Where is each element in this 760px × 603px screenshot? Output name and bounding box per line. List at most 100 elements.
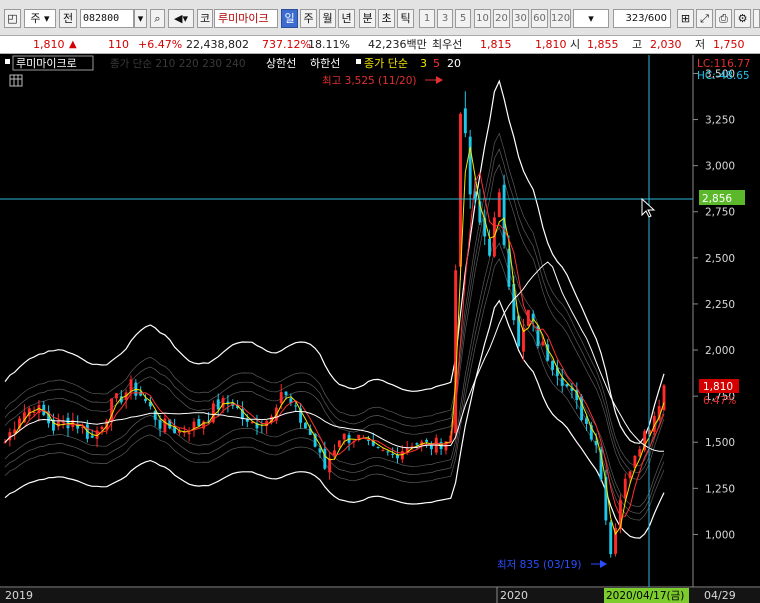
period-week[interactable]: 주	[300, 9, 317, 28]
hc-label: HC:-48.65	[697, 70, 750, 82]
candle-body	[323, 448, 327, 469]
candle-body	[400, 451, 404, 460]
candle-body	[32, 411, 36, 413]
high-label: 고	[632, 38, 643, 51]
grid-icon[interactable]: ⊞	[677, 9, 694, 28]
legend-marker	[5, 59, 10, 64]
market-prefix[interactable]: 코	[197, 9, 213, 28]
candle-body	[585, 418, 588, 424]
stock-code-input[interactable]: 082800	[80, 9, 134, 28]
period-tick[interactable]: 틱	[397, 9, 414, 28]
candle-body	[115, 393, 118, 399]
period-minute[interactable]: 분	[359, 9, 376, 28]
candle-body	[144, 398, 147, 401]
best-ask: 1,810	[535, 38, 567, 51]
legend-ma5: 5	[433, 57, 440, 70]
legend-lower: 하한선	[310, 56, 340, 70]
period-day[interactable]: 일	[281, 9, 298, 28]
candle-body	[429, 445, 433, 450]
candle-body	[328, 458, 332, 473]
candle-body	[463, 108, 467, 134]
candle-body	[66, 417, 70, 429]
candle-body	[580, 396, 584, 420]
candle-body	[342, 433, 346, 440]
y-tick-label: 1,000	[705, 529, 735, 541]
current-price-label: 1,810	[703, 381, 733, 393]
count-3[interactable]: 3	[437, 9, 453, 28]
period-year[interactable]: 년	[338, 9, 355, 28]
legend-marker-ma	[356, 59, 361, 64]
gear-icon[interactable]: ⚙	[734, 9, 751, 28]
current-price: 1,810	[33, 38, 65, 51]
open-price: 1,855	[587, 38, 619, 51]
candle-body	[468, 136, 472, 195]
candle-body	[609, 522, 613, 555]
low-label: 저	[695, 38, 706, 51]
legend-ma-label: 종가 단순	[364, 57, 408, 70]
chevron-down-icon: ▾	[44, 12, 50, 25]
candle-body	[410, 446, 414, 448]
candle-body	[216, 399, 220, 410]
price-chart[interactable]: 1,000 1,250 1,500 1,750 2,000 2,250 2,500 2,750…	[0, 55, 760, 603]
triangle-up-icon: ▲	[69, 39, 77, 50]
candle-body	[425, 439, 429, 442]
count-30[interactable]: 30	[512, 9, 529, 28]
candle-body	[90, 435, 94, 438]
candle-body	[415, 443, 419, 445]
market-select-value: 주	[30, 12, 41, 25]
candle-body	[541, 341, 545, 346]
x-label-0429: 04/29	[704, 589, 736, 602]
y-tick-label: 2,000	[705, 345, 735, 357]
volume-ratio: 737.12%	[262, 38, 311, 51]
quote-bar: 1,810 ▲ 110 +6.47% 22,438,802 737.12% 18…	[0, 36, 760, 54]
price-change-pct: +6.47%	[138, 38, 183, 51]
bid-label: 최우선	[432, 38, 463, 51]
y-tick-label: 2,500	[705, 253, 735, 265]
candle-body	[391, 453, 395, 455]
count-60[interactable]: 60	[531, 9, 548, 28]
code-dropdown[interactable]: ▾	[134, 9, 147, 28]
count-select[interactable]: ▾	[573, 9, 609, 28]
search-icon[interactable]: ⌕	[150, 9, 165, 28]
best-bid: 1,815	[480, 38, 512, 51]
candle-body	[294, 405, 298, 407]
chart-toolbar: ◰ 주 ▾ 전 082800 ▾ ⌕ ◀▾ 코 루미마이크 일 주 월 년 분 …	[0, 0, 760, 36]
count-120[interactable]: 120	[550, 9, 571, 28]
period-second[interactable]: 초	[378, 9, 395, 28]
count-20[interactable]: 20	[493, 9, 510, 28]
candle-body	[318, 448, 322, 453]
candlestick-chart[interactable]: 1,0001,2501,5001,7502,0002,2502,5002,750…	[0, 55, 760, 603]
candle-body	[284, 391, 288, 396]
more-icon[interactable]	[753, 9, 760, 28]
candle-body	[3, 442, 7, 444]
candle-body	[187, 432, 191, 435]
x-label-2019: 2019	[5, 589, 33, 602]
legend-ma20: 20	[447, 57, 461, 70]
legend-ma3: 3	[420, 57, 427, 70]
legend-ma-envelope: 종가 단순 210 220 230 240	[110, 58, 246, 70]
candle-body	[502, 184, 506, 246]
speaker-icon[interactable]: ◀▾	[168, 9, 194, 28]
count-10[interactable]: 10	[474, 9, 491, 28]
x-label-2020: 2020	[500, 589, 528, 602]
market-select[interactable]: 주 ▾	[24, 9, 56, 28]
chart-tool-icon[interactable]: ⤢	[696, 9, 713, 28]
type-button[interactable]: 전	[59, 9, 77, 28]
candle-body	[56, 421, 60, 427]
y-tick-label: 3,250	[705, 115, 735, 127]
print-icon[interactable]: ⎙	[715, 9, 732, 28]
data-counter[interactable]: 323/600	[613, 9, 671, 28]
high-annotation: 최고 3,525 (11/20)	[322, 75, 417, 87]
window-icon[interactable]: ◰	[4, 9, 21, 28]
count-1[interactable]: 1	[419, 9, 435, 28]
period-month[interactable]: 월	[319, 9, 336, 28]
y-tick-label: 3,000	[705, 161, 735, 173]
candle-body	[551, 360, 554, 370]
stock-name-field[interactable]: 루미마이크	[214, 9, 278, 28]
count-5[interactable]: 5	[455, 9, 471, 28]
candle-body	[623, 478, 627, 498]
candle-body	[376, 446, 380, 448]
low-annotation: 최저 835 (03/19)	[497, 559, 582, 571]
candle-body	[497, 192, 501, 218]
candle-body	[628, 471, 632, 479]
